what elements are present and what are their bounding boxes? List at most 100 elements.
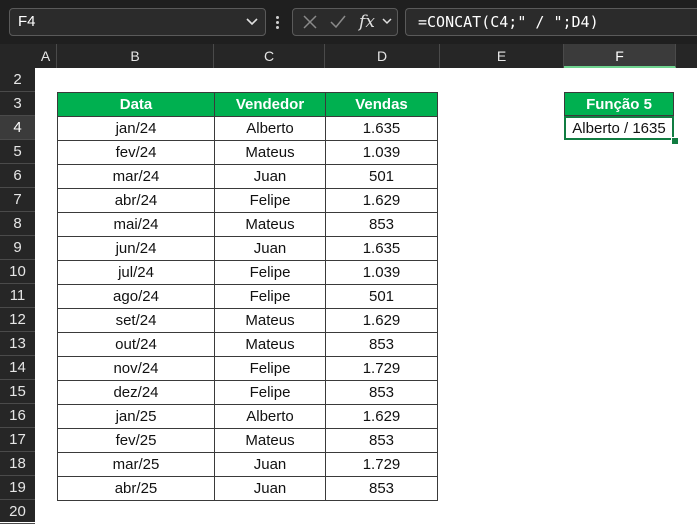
sales-cell[interactable]: 1.039	[325, 140, 438, 165]
date-cell[interactable]: mar/24	[57, 164, 215, 189]
table-row: jan/25 Alberto 1.629	[57, 404, 438, 429]
sales-cell[interactable]: 853	[325, 332, 438, 357]
row-headers: 2 3 4 5 6 7 8 9 10 11 12 13 14 15 16 17 …	[0, 68, 35, 524]
row-header[interactable]: 6	[0, 164, 35, 188]
date-cell[interactable]: jan/24	[57, 116, 215, 141]
row-header[interactable]: 20	[0, 500, 35, 524]
table-row: jul/24 Felipe 1.039	[57, 260, 438, 285]
table-row: nov/24 Felipe 1.729	[57, 356, 438, 381]
table-row: abr/24 Felipe 1.629	[57, 188, 438, 213]
header-cell[interactable]: Data	[57, 92, 215, 117]
chevron-down-icon[interactable]	[245, 9, 259, 44]
row-header[interactable]: 3	[0, 92, 35, 116]
confirm-check-icon[interactable]	[325, 9, 351, 35]
date-cell[interactable]: jul/24	[57, 260, 215, 285]
more-options-icon[interactable]	[273, 8, 283, 36]
sales-cell[interactable]: 853	[325, 476, 438, 501]
row-header[interactable]: 14	[0, 356, 35, 380]
chevron-down-icon[interactable]	[379, 9, 395, 35]
seller-cell[interactable]: Mateus	[214, 212, 326, 237]
seller-cell[interactable]: Juan	[214, 476, 326, 501]
header-cell[interactable]: Vendedor	[214, 92, 326, 117]
column-header-b[interactable]: B	[57, 44, 214, 68]
table-row: ago/24 Felipe 501	[57, 284, 438, 309]
date-cell[interactable]: abr/25	[57, 476, 215, 501]
sales-cell[interactable]: 853	[325, 212, 438, 237]
sales-cell[interactable]: 853	[325, 428, 438, 453]
seller-cell[interactable]: Alberto	[214, 404, 326, 429]
sheet-grid[interactable]: Data Vendedor Vendas jan/24 Alberto 1.635 …	[35, 68, 697, 522]
sales-cell[interactable]: 853	[325, 380, 438, 405]
seller-cell[interactable]: Juan	[214, 236, 326, 261]
seller-cell[interactable]: Mateus	[214, 308, 326, 333]
date-cell[interactable]: nov/24	[57, 356, 215, 381]
name-box-value: F4	[18, 13, 36, 30]
date-cell[interactable]: ago/24	[57, 284, 215, 309]
date-cell[interactable]: jan/25	[57, 404, 215, 429]
formula-input[interactable]: =CONCAT(C4;" / ";D4)	[405, 8, 697, 36]
result-header-cell[interactable]: Função 5	[564, 92, 674, 116]
column-header-c[interactable]: C	[214, 44, 325, 68]
sales-cell[interactable]: 1.729	[325, 356, 438, 381]
row-header[interactable]: 10	[0, 260, 35, 284]
row-header[interactable]: 2	[0, 68, 35, 92]
date-cell[interactable]: dez/24	[57, 380, 215, 405]
column-header-f[interactable]: F	[564, 44, 676, 68]
date-cell[interactable]: mar/25	[57, 452, 215, 477]
row-header[interactable]: 12	[0, 308, 35, 332]
column-header-a[interactable]: A	[35, 44, 57, 68]
date-cell[interactable]: mai/24	[57, 212, 215, 237]
date-cell[interactable]: out/24	[57, 332, 215, 357]
seller-cell[interactable]: Alberto	[214, 116, 326, 141]
name-box[interactable]: F4	[9, 8, 266, 36]
seller-cell[interactable]: Juan	[214, 164, 326, 189]
insert-function-icon[interactable]: fx	[355, 9, 379, 35]
date-cell[interactable]: abr/24	[57, 188, 215, 213]
row-header[interactable]: 15	[0, 380, 35, 404]
table-header-row: Data Vendedor Vendas	[57, 92, 438, 117]
seller-cell[interactable]: Felipe	[214, 284, 326, 309]
row-header[interactable]: 4	[0, 116, 35, 140]
cancel-icon[interactable]	[297, 9, 323, 35]
column-header-e[interactable]: E	[440, 44, 564, 68]
column-header-d[interactable]: D	[325, 44, 440, 68]
date-cell[interactable]: fev/25	[57, 428, 215, 453]
sales-cell[interactable]: 1.629	[325, 404, 438, 429]
row-header[interactable]: 7	[0, 188, 35, 212]
table-row: jun/24 Juan 1.635	[57, 236, 438, 261]
seller-cell[interactable]: Felipe	[214, 260, 326, 285]
row-header[interactable]: 16	[0, 404, 35, 428]
row-header[interactable]: 19	[0, 476, 35, 500]
sales-cell[interactable]: 1.039	[325, 260, 438, 285]
sales-cell[interactable]: 1.729	[325, 452, 438, 477]
seller-cell[interactable]: Felipe	[214, 188, 326, 213]
sales-cell[interactable]: 1.629	[325, 308, 438, 333]
seller-cell[interactable]: Juan	[214, 452, 326, 477]
date-cell[interactable]: fev/24	[57, 140, 215, 165]
seller-cell[interactable]: Felipe	[214, 380, 326, 405]
sales-cell[interactable]: 1.635	[325, 236, 438, 261]
fill-handle[interactable]	[671, 137, 679, 145]
table-row: fev/24 Mateus 1.039	[57, 140, 438, 165]
date-cell[interactable]: jun/24	[57, 236, 215, 261]
seller-cell[interactable]: Mateus	[214, 140, 326, 165]
row-header[interactable]: 11	[0, 284, 35, 308]
header-cell[interactable]: Vendas	[325, 92, 438, 117]
sales-cell[interactable]: 1.635	[325, 116, 438, 141]
sales-cell[interactable]: 501	[325, 164, 438, 189]
date-cell[interactable]: set/24	[57, 308, 215, 333]
seller-cell[interactable]: Felipe	[214, 356, 326, 381]
seller-cell[interactable]: Mateus	[214, 332, 326, 357]
row-header[interactable]: 5	[0, 140, 35, 164]
active-result-cell[interactable]: Alberto / 1635	[564, 116, 674, 140]
sales-cell[interactable]: 501	[325, 284, 438, 309]
sales-cell[interactable]: 1.629	[325, 188, 438, 213]
seller-cell[interactable]: Mateus	[214, 428, 326, 453]
table-row: mar/24 Juan 501	[57, 164, 438, 189]
row-header[interactable]: 8	[0, 212, 35, 236]
table-row: jan/24 Alberto 1.635	[57, 116, 438, 141]
row-header[interactable]: 18	[0, 452, 35, 476]
row-header[interactable]: 17	[0, 428, 35, 452]
row-header[interactable]: 13	[0, 332, 35, 356]
row-header[interactable]: 9	[0, 236, 35, 260]
